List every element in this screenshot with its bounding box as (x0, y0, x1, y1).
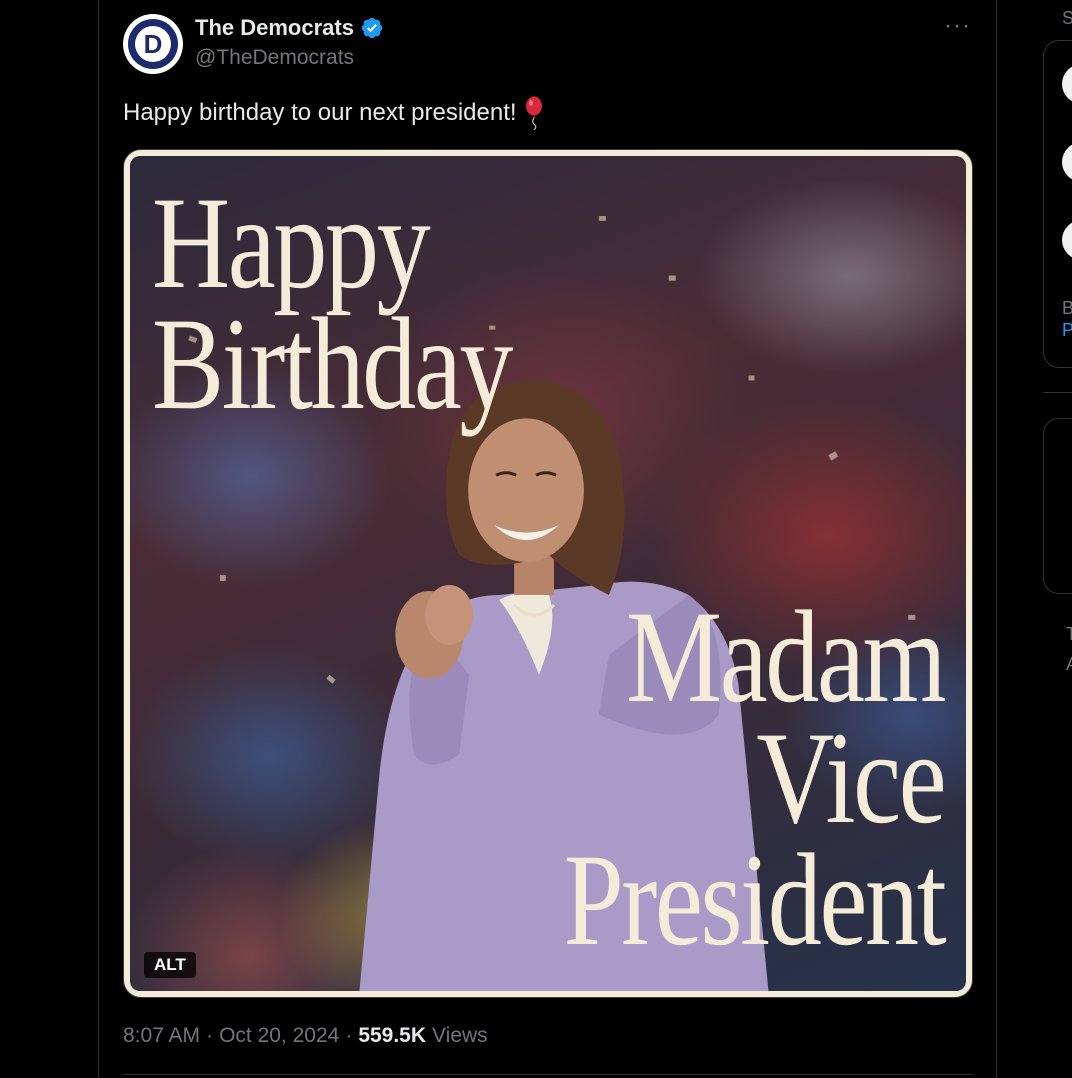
divider (123, 1074, 973, 1075)
meta-separator: · (345, 1024, 353, 1047)
views-count[interactable]: 559.5K (358, 1024, 426, 1048)
author-name-row: The Democrats (195, 15, 384, 41)
avatar[interactable]: D (123, 14, 183, 74)
sidebar-letter: A (1066, 654, 1072, 675)
tweet-meta: 8:07 AM · Oct 20, 2024 · 559.5K Views (123, 1024, 488, 1048)
meta-separator: · (206, 1024, 214, 1047)
balloon-icon (525, 96, 542, 130)
timeline-left-border (98, 0, 99, 1078)
avatar-letter: D (135, 26, 171, 62)
headline-happy-birthday: Happy Birthday (152, 169, 514, 438)
author-handle[interactable]: @TheDemocrats (195, 46, 354, 70)
tweet-text: Happy birthday to our next president! (123, 96, 545, 130)
tweet-text-content: Happy birthday to our next president! (123, 99, 517, 126)
sidebar-card (1043, 418, 1072, 594)
alt-text-button[interactable]: ALT (144, 952, 196, 978)
sidebar-letter: B (1062, 298, 1072, 318)
more-options-icon[interactable]: ··· (944, 12, 971, 40)
headline-word: Happy (152, 169, 431, 316)
headline-word: Birthday (152, 290, 514, 438)
sidebar-divider (1043, 392, 1072, 393)
timeline-right-border (996, 0, 997, 1078)
headline-madam-vice-president: Madam Vice President (563, 583, 947, 973)
headline-word: Vice (756, 704, 946, 852)
tweet-time[interactable]: 8:07 AM (123, 1024, 200, 1048)
display-name[interactable]: The Democrats (195, 15, 354, 41)
media-photo: Happy Birthday Madam Vice President ALT (130, 156, 966, 991)
sidebar-letter: S (1062, 8, 1072, 28)
tweet-date[interactable]: Oct 20, 2024 (219, 1024, 339, 1048)
sidebar-link[interactable]: P (1062, 320, 1072, 341)
headline-word: Madam (625, 583, 947, 730)
sidebar-letter: T (1066, 624, 1072, 644)
headline-word: President (563, 825, 946, 973)
tweet-media[interactable]: Happy Birthday Madam Vice President ALT (123, 149, 973, 998)
verified-badge-icon[interactable] (360, 16, 384, 40)
views-label: Views (432, 1024, 488, 1047)
